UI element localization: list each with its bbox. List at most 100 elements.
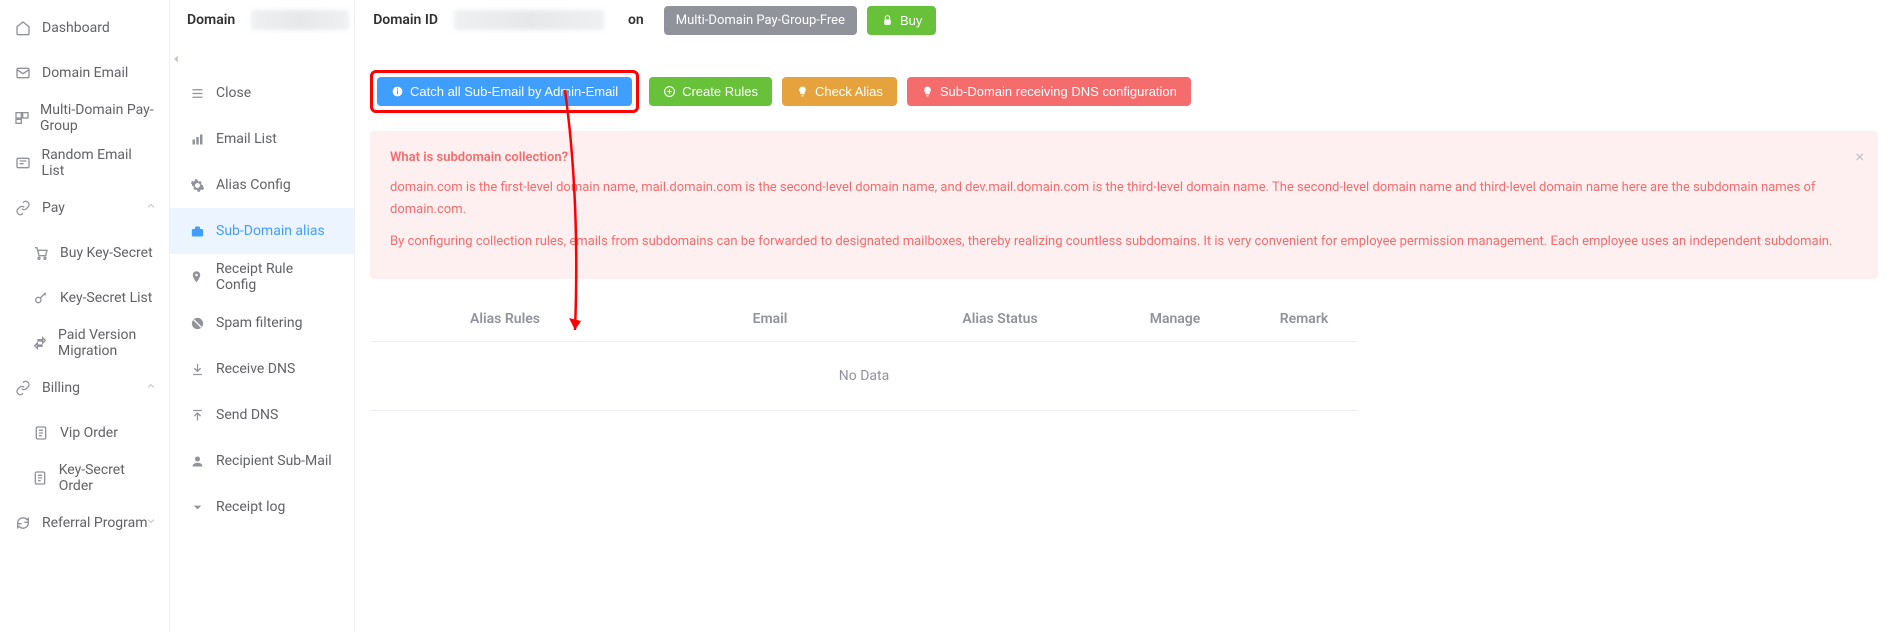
- check-alias-button[interactable]: Check Alias: [782, 77, 897, 106]
- info-icon: [391, 85, 404, 98]
- col-alias-rules: Alias Rules: [370, 311, 640, 327]
- mid-receive-dns[interactable]: Receive DNS: [170, 346, 354, 392]
- mid-email-list[interactable]: Email List: [170, 116, 354, 162]
- order-icon: [32, 424, 50, 442]
- domain-id-label: Domain ID: [373, 12, 438, 28]
- refresh-icon: [14, 514, 32, 532]
- nav-label: Pay: [42, 200, 65, 216]
- nav-dashboard[interactable]: Dashboard: [0, 5, 169, 50]
- caret-down-icon: [188, 498, 206, 516]
- bulb-icon: [796, 85, 809, 98]
- mid-alias-config[interactable]: Alias Config: [170, 162, 354, 208]
- nav-label: Buy Key-Secret: [60, 245, 153, 261]
- nav-vip-order[interactable]: Vip Order: [0, 410, 169, 455]
- action-row: Catch all Sub-Email by Admin-Email Creat…: [370, 70, 1898, 113]
- button-label: Sub-Domain receiving DNS configuration: [940, 84, 1177, 99]
- alert-paragraph: domain.com is the first-level domain nam…: [390, 177, 1858, 221]
- domain-sidebar: Close Email List Alias Config Sub-Domain…: [170, 0, 355, 632]
- nav-key-secret-order[interactable]: Key-Secret Order: [0, 455, 169, 500]
- nav-pay[interactable]: Pay: [0, 185, 169, 230]
- top-bar: Domain Domain ID on Multi-Domain Pay-Gro…: [187, 0, 936, 40]
- gear-icon: [188, 176, 206, 194]
- mid-close[interactable]: Close: [170, 70, 354, 116]
- mid-label: Close: [216, 85, 251, 101]
- collapse-left-icon[interactable]: [169, 52, 183, 66]
- mid-spam-filtering[interactable]: Spam filtering: [170, 300, 354, 346]
- col-email: Email: [640, 311, 900, 327]
- table-header: Alias Rules Email Alias Status Manage Re…: [370, 297, 1358, 342]
- table-empty: No Data: [370, 342, 1358, 411]
- left-sidebar: Dashboard Domain Email Multi-Domain Pay-…: [0, 0, 170, 632]
- mid-label: Receipt log: [216, 499, 285, 515]
- content-area: Catch all Sub-Email by Admin-Email Creat…: [370, 70, 1898, 411]
- rules-table: Alias Rules Email Alias Status Manage Re…: [370, 297, 1358, 411]
- create-rules-button[interactable]: Create Rules: [649, 77, 772, 106]
- home-icon: [14, 19, 32, 37]
- mid-label: Spam filtering: [216, 315, 302, 331]
- domain-id-value-redacted: [454, 10, 604, 30]
- chevron-down-icon: [145, 515, 157, 531]
- mid-send-dns[interactable]: Send DNS: [170, 392, 354, 438]
- close-icon[interactable]: ×: [1855, 143, 1864, 170]
- domain-value-redacted: [251, 10, 349, 30]
- mid-label: Email List: [216, 131, 277, 147]
- cart-icon: [32, 244, 50, 262]
- list-icon: [14, 154, 32, 172]
- nav-label: Paid Version Migration: [58, 327, 155, 359]
- nav-billing[interactable]: Billing: [0, 365, 169, 410]
- nav-referral-program[interactable]: Referral Program: [0, 500, 169, 545]
- user-icon: [188, 452, 206, 470]
- nav-label: Multi-Domain Pay-Group: [40, 102, 155, 134]
- nav-multi-domain-pay-group[interactable]: Multi-Domain Pay-Group: [0, 95, 169, 140]
- col-remark: Remark: [1250, 311, 1358, 327]
- buy-button[interactable]: Buy: [867, 6, 936, 35]
- download-icon: [188, 360, 206, 378]
- nav-paid-version-migration[interactable]: Paid Version Migration: [0, 320, 169, 365]
- key-icon: [32, 289, 50, 307]
- nav-label: Dashboard: [42, 20, 110, 36]
- mail-icon: [14, 64, 32, 82]
- mid-label: Recipient Sub-Mail: [216, 453, 332, 469]
- nav-label: Domain Email: [42, 65, 128, 81]
- nav-label: Key-Secret Order: [59, 462, 155, 494]
- lock-icon: [881, 14, 894, 27]
- nav-label: Referral Program: [42, 515, 148, 531]
- bulb-icon: [921, 85, 934, 98]
- nav-domain-email[interactable]: Domain Email: [0, 50, 169, 95]
- mid-receipt-rule-config[interactable]: Receipt Rule Config: [170, 254, 354, 300]
- info-alert: × What is subdomain collection? domain.c…: [370, 131, 1878, 279]
- nav-label: Vip Order: [60, 425, 118, 441]
- bar-chart-icon: [188, 130, 206, 148]
- link-icon: [14, 199, 32, 217]
- billing-icon: [14, 379, 32, 397]
- button-label: Create Rules: [682, 84, 758, 99]
- menu-icon: [188, 84, 206, 102]
- plan-badge: Multi-Domain Pay-Group-Free: [664, 6, 857, 35]
- mid-label: Receive DNS: [216, 361, 295, 377]
- alert-title: What is subdomain collection?: [390, 147, 1858, 169]
- button-label: Catch all Sub-Email by Admin-Email: [410, 84, 618, 99]
- group-icon: [14, 109, 30, 127]
- chevron-up-icon: [145, 380, 157, 396]
- nav-random-email-list[interactable]: Random Email List: [0, 140, 169, 185]
- dns-config-button[interactable]: Sub-Domain receiving DNS configuration: [907, 77, 1191, 106]
- chevron-up-icon: [145, 200, 157, 216]
- upload-icon: [188, 406, 206, 424]
- nav-buy-key-secret[interactable]: Buy Key-Secret: [0, 230, 169, 275]
- migrate-icon: [32, 334, 48, 352]
- plus-circle-icon: [663, 85, 676, 98]
- pin-icon: [188, 268, 206, 286]
- toolbox-icon: [188, 222, 206, 240]
- filter-icon: [188, 314, 206, 332]
- mid-sub-domain-alias[interactable]: Sub-Domain alias: [170, 208, 354, 254]
- mid-label: Send DNS: [216, 407, 278, 423]
- mid-label: Receipt Rule Config: [216, 261, 336, 293]
- button-label: Check Alias: [815, 84, 883, 99]
- nav-label: Key-Secret List: [60, 290, 152, 306]
- mid-receipt-log[interactable]: Receipt log: [170, 484, 354, 530]
- order-icon: [32, 469, 49, 487]
- nav-key-secret-list[interactable]: Key-Secret List: [0, 275, 169, 320]
- catch-all-button[interactable]: Catch all Sub-Email by Admin-Email: [377, 77, 632, 106]
- mid-recipient-sub-mail[interactable]: Recipient Sub-Mail: [170, 438, 354, 484]
- nav-label: Billing: [42, 380, 80, 396]
